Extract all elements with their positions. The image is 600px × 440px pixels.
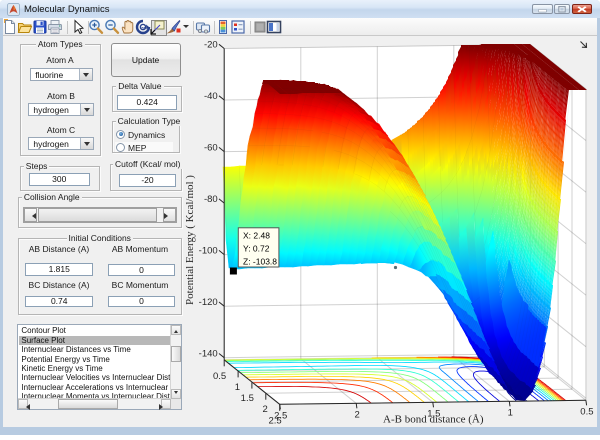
svg-text:-140: -140 <box>199 349 218 360</box>
svg-text:1: 1 <box>508 407 513 418</box>
svg-text:Y: 0.72: Y: 0.72 <box>243 244 270 254</box>
svg-text:2: 2 <box>355 409 360 420</box>
svg-text:-80: -80 <box>204 194 218 205</box>
svg-text:A-B bond distance (Å): A-B bond distance (Å) <box>383 413 484 425</box>
svg-text:2: 2 <box>263 404 268 415</box>
svg-text:2.5: 2.5 <box>268 415 281 426</box>
svg-text:Z: -103.8: Z: -103.8 <box>243 257 277 267</box>
svg-text:X: 2.48: X: 2.48 <box>243 231 270 241</box>
svg-text:-40: -40 <box>204 91 218 102</box>
svg-text:0.5: 0.5 <box>213 371 226 382</box>
svg-text:-20: -20 <box>204 40 218 51</box>
svg-text:0.5: 0.5 <box>580 406 593 417</box>
svg-text:1.5: 1.5 <box>241 393 254 404</box>
svg-text:-60: -60 <box>204 143 218 154</box>
svg-text:1: 1 <box>235 382 240 393</box>
svg-text:-120: -120 <box>199 297 218 308</box>
